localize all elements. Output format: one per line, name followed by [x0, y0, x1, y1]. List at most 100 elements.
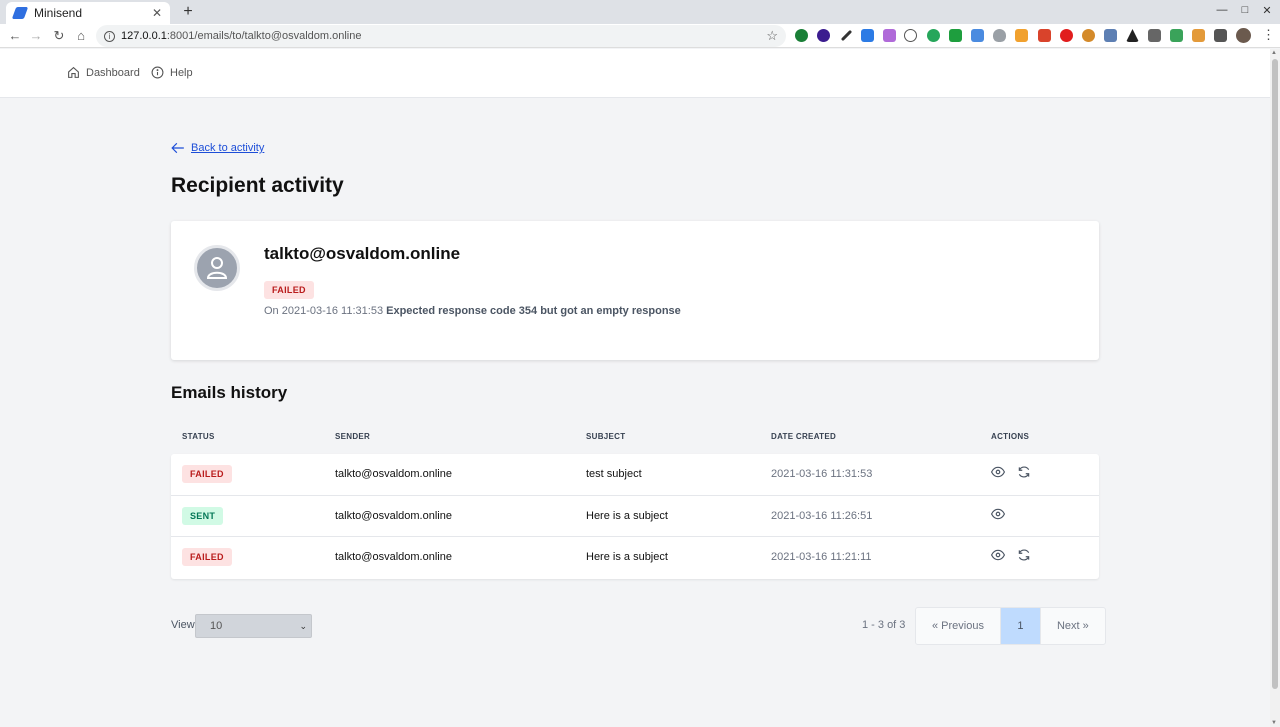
recipient-status-badge: FAILED — [264, 281, 314, 299]
nav-dashboard[interactable]: Dashboard — [67, 66, 140, 79]
extension-icon[interactable] — [817, 29, 830, 42]
header-date: DATE CREATED — [771, 432, 836, 441]
subject-cell: Here is a subject — [586, 510, 668, 522]
sender-cell: talkto@osvaldom.online — [335, 510, 452, 522]
new-tab-button[interactable]: + — [178, 2, 198, 22]
view-label: View — [171, 619, 195, 631]
reload-icon[interactable]: ↻ — [50, 27, 68, 45]
page-content: Dashboard Help Back to activity Recipien… — [0, 49, 1270, 727]
status-badge: SENT — [182, 507, 223, 525]
top-navigation: Dashboard Help — [0, 49, 1270, 98]
extension-icon[interactable] — [1060, 29, 1073, 42]
browser-toolbar: ← → ↻ ⌂ i 127.0.0.1:8001/emails/to/talkt… — [0, 24, 1280, 48]
extension-icon[interactable] — [971, 29, 984, 42]
header-status: STATUS — [182, 432, 215, 441]
nav-dashboard-label: Dashboard — [86, 67, 140, 79]
next-page-button[interactable]: Next » — [1041, 608, 1105, 644]
minimize-icon[interactable]: — — [1214, 4, 1230, 16]
failure-date: On 2021-03-16 11:31:53 — [264, 305, 383, 317]
extension-icon[interactable] — [904, 29, 917, 42]
table-row: FAILED talkto@osvaldom.online Here is a … — [171, 537, 1099, 579]
retry-refresh-icon[interactable] — [1017, 465, 1031, 482]
date-cell: 2021-03-16 11:21:11 — [771, 551, 872, 563]
back-arrow-icon[interactable]: ← — [6, 27, 24, 45]
view-eye-icon[interactable] — [991, 465, 1005, 482]
date-cell: 2021-03-16 11:31:53 — [771, 468, 872, 480]
url-path: :8001/emails/to/talkto@osvaldom.online — [167, 30, 362, 42]
status-badge: FAILED — [182, 548, 232, 566]
scroll-down-icon[interactable]: ▼ — [1271, 720, 1277, 726]
per-page-select[interactable]: 10 ⌄ — [195, 614, 312, 638]
bookmark-star-icon[interactable]: ☆ — [766, 28, 778, 44]
header-subject: SUBJECT — [586, 432, 625, 441]
page-1-button[interactable]: 1 — [1001, 608, 1041, 644]
table-row: SENT talkto@osvaldom.online Here is a su… — [171, 496, 1099, 538]
arrow-left-icon — [171, 142, 185, 154]
home-icon[interactable]: ⌂ — [72, 27, 90, 45]
view-eye-icon[interactable] — [991, 507, 1005, 524]
extension-icon[interactable] — [949, 29, 962, 42]
emails-history-title: Emails history — [171, 383, 287, 403]
extension-icon[interactable] — [993, 29, 1006, 42]
extension-icon[interactable] — [1104, 29, 1117, 42]
page-scrollbar[interactable]: ▲ ▼ — [1270, 49, 1280, 727]
extension-icon[interactable] — [1170, 29, 1183, 42]
chevron-down-icon: ⌄ — [299, 615, 307, 637]
profile-avatar[interactable] — [1236, 28, 1251, 43]
home-icon — [67, 66, 80, 79]
subject-cell: test subject — [586, 468, 642, 480]
nav-help[interactable]: Help — [151, 66, 193, 79]
tab-title: Minisend — [34, 6, 152, 20]
sender-cell: talkto@osvaldom.online — [335, 468, 452, 480]
minisend-favicon-icon — [12, 7, 28, 19]
subject-cell: Here is a subject — [586, 551, 668, 563]
user-avatar-icon — [194, 245, 240, 291]
extension-icon[interactable] — [883, 29, 896, 42]
info-icon — [151, 66, 164, 79]
per-page-value: 10 — [210, 620, 222, 632]
table-header: STATUS SENDER SUBJECT DATE CREATED ACTIO… — [171, 432, 1099, 448]
close-window-icon[interactable]: ✕ — [1259, 4, 1275, 17]
emails-table: FAILED talkto@osvaldom.online test subje… — [171, 454, 1099, 579]
extension-icon[interactable] — [1126, 29, 1139, 42]
extension-icon[interactable] — [1038, 29, 1051, 42]
extension-icon[interactable] — [1192, 29, 1205, 42]
pagination: « Previous 1 Next » — [915, 607, 1106, 645]
recipient-email: talkto@osvaldom.online — [264, 244, 460, 264]
previous-page-button[interactable]: « Previous — [916, 608, 1001, 644]
extension-icon[interactable] — [1082, 29, 1095, 42]
page-title: Recipient activity — [171, 174, 344, 198]
tab-close-icon[interactable]: ✕ — [152, 6, 162, 20]
site-info-icon[interactable]: i — [104, 31, 115, 42]
forward-arrow-icon[interactable]: → — [27, 27, 45, 45]
address-bar[interactable]: i 127.0.0.1:8001/emails/to/talkto@osvald… — [96, 25, 786, 47]
recipient-card: talkto@osvaldom.online FAILED On 2021-03… — [171, 221, 1099, 360]
browser-menu-icon[interactable]: ⋮ — [1262, 27, 1275, 43]
extension-icon[interactable] — [841, 30, 852, 41]
extensions-puzzle-icon[interactable] — [1214, 29, 1227, 42]
back-to-activity-link[interactable]: Back to activity — [171, 142, 264, 154]
failure-info: On 2021-03-16 11:31:53 Expected response… — [264, 305, 681, 317]
header-sender: SENDER — [335, 432, 370, 441]
pagination-range: 1 - 3 of 3 — [862, 619, 905, 631]
failure-message: Expected response code 354 but got an em… — [386, 305, 681, 317]
maximize-icon[interactable]: □ — [1237, 4, 1253, 16]
table-row: FAILED talkto@osvaldom.online test subje… — [171, 454, 1099, 496]
extension-icon[interactable] — [927, 29, 940, 42]
scroll-up-icon[interactable]: ▲ — [1271, 50, 1277, 56]
browser-tab[interactable]: Minisend ✕ — [6, 2, 170, 24]
url-host: 127.0.0.1 — [121, 30, 167, 42]
browser-tab-bar: Minisend ✕ + — □ ✕ — [0, 0, 1280, 24]
extension-icon[interactable] — [1015, 29, 1028, 42]
view-eye-icon[interactable] — [991, 548, 1005, 565]
extension-icon[interactable] — [1148, 29, 1161, 42]
retry-refresh-icon[interactable] — [1017, 548, 1031, 565]
nav-help-label: Help — [170, 67, 193, 79]
extension-icon[interactable] — [795, 29, 808, 42]
scrollbar-thumb[interactable] — [1272, 59, 1278, 689]
sender-cell: talkto@osvaldom.online — [335, 551, 452, 563]
extension-icon[interactable] — [861, 29, 874, 42]
status-badge: FAILED — [182, 465, 232, 483]
header-actions: ACTIONS — [991, 432, 1029, 441]
back-link-label: Back to activity — [191, 142, 264, 154]
